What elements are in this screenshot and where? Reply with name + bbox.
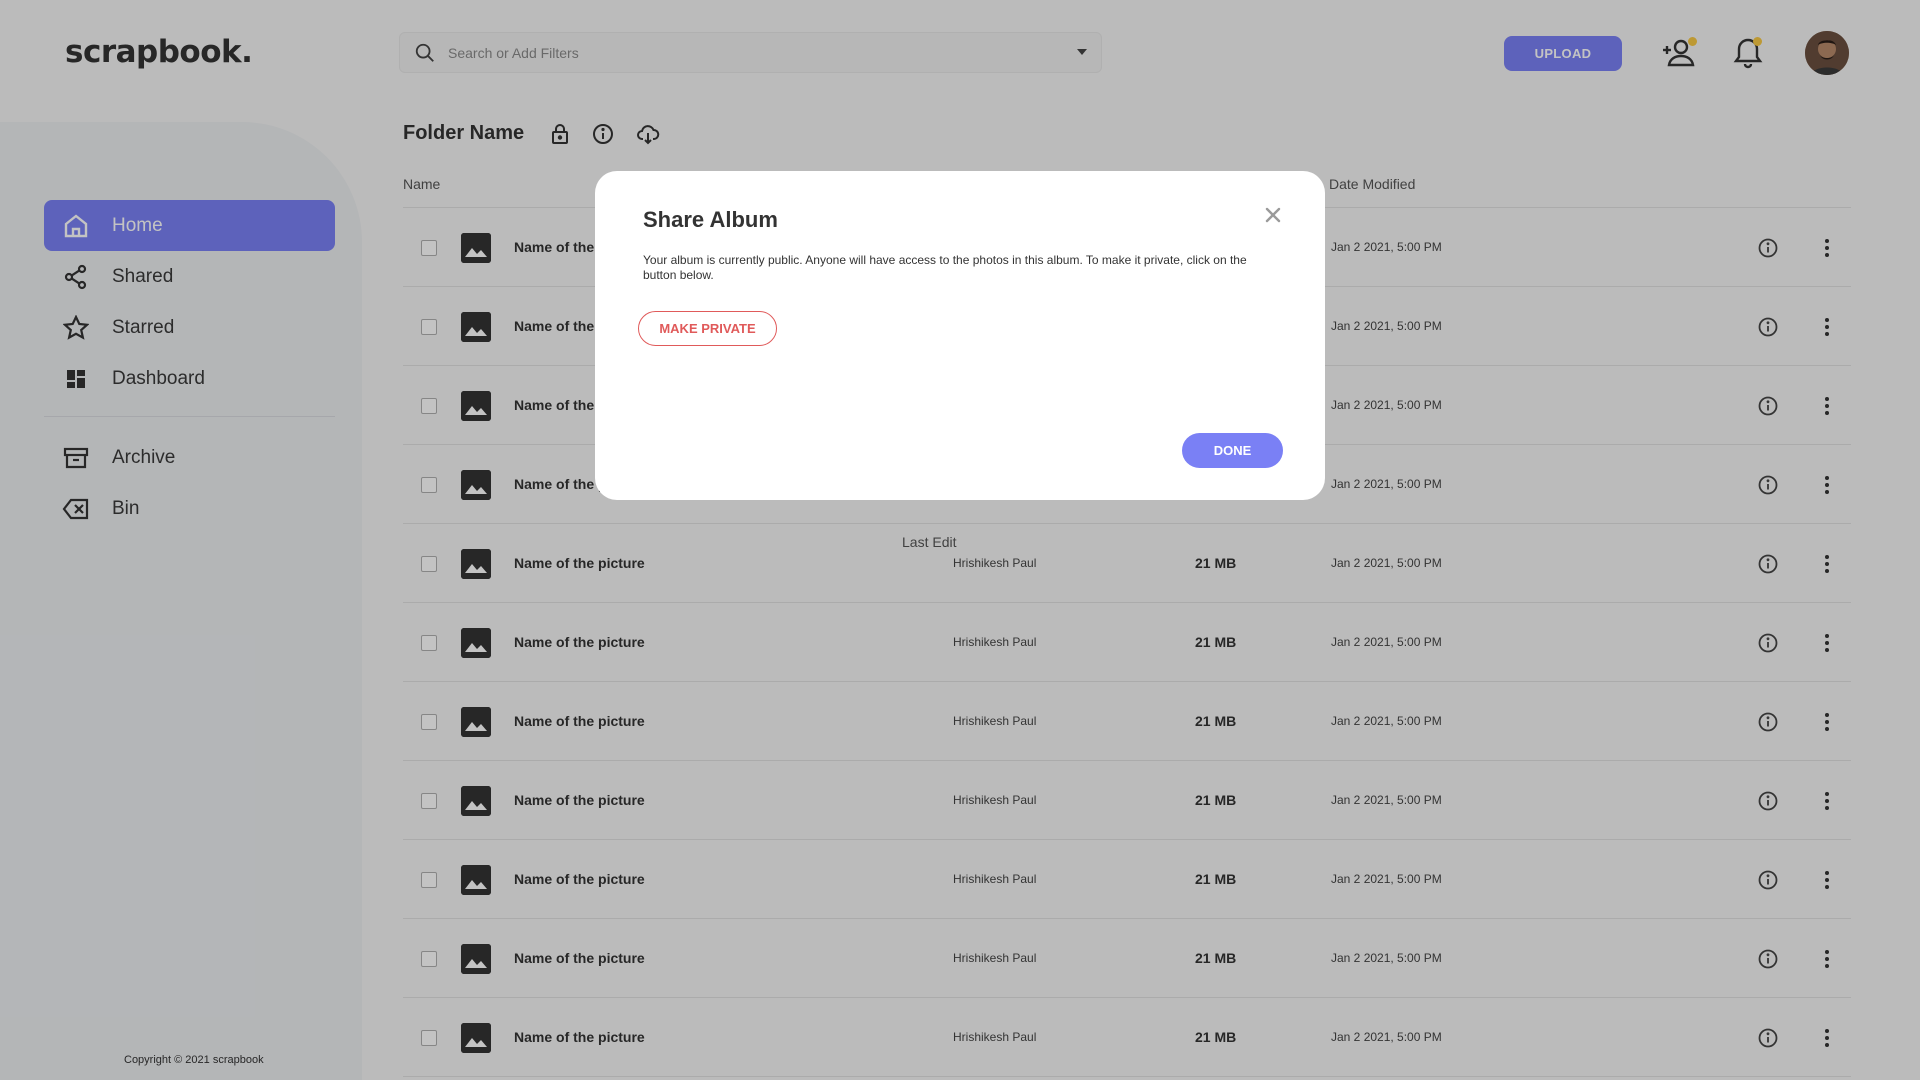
modal-backdrop[interactable] [0,0,1920,1080]
make-private-button[interactable]: MAKE PRIVATE [638,311,777,346]
close-icon[interactable] [1263,205,1283,225]
dialog-title: Share Album [643,207,778,232]
app-root: scrapbook. UPLOAD [0,0,1920,1080]
share-album-dialog: Share Album Your album is currently publ… [595,171,1325,500]
done-button[interactable]: DONE [1182,433,1283,468]
dialog-message: Your album is currently public. Anyone w… [643,253,1247,282]
